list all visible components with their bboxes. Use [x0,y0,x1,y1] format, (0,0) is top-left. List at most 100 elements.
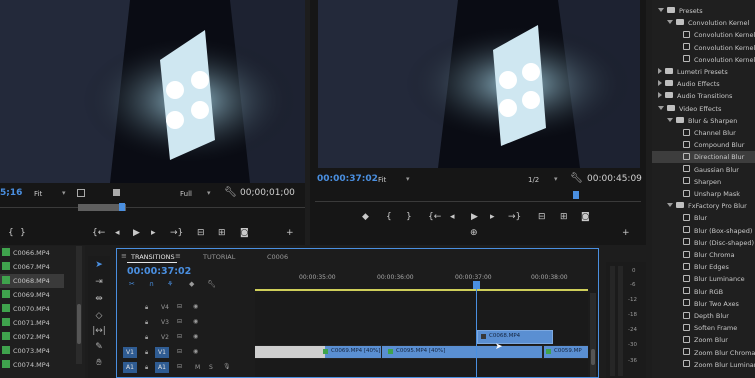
effects-item[interactable]: Gaussian Blur [652,164,755,176]
eye-icon[interactable]: ◉ [193,318,198,325]
program-go-to-out-icon[interactable]: →} [508,211,521,223]
program-video-frame[interactable] [318,0,640,168]
go-to-in-icon[interactable]: {← [92,227,105,239]
effects-item[interactable]: Unsharp Mask [652,188,755,200]
source-marker-icon[interactable] [77,189,85,197]
twirl-open-icon[interactable] [667,117,673,122]
source-fit-select[interactable]: Fit [34,190,42,198]
insert-icon[interactable]: ⊟ [197,227,205,239]
go-to-out-icon[interactable]: →} [170,227,183,239]
effects-item[interactable]: Directional Blur [652,151,755,164]
source-scrubber[interactable] [0,203,305,213]
twirl-open-icon[interactable] [658,8,664,12]
effects-folder[interactable]: Video Effects [652,103,755,115]
effects-item[interactable]: Sharpen [652,176,755,188]
eye-icon[interactable]: ◉ [193,303,198,310]
sync-lock-icon[interactable]: ⊟ [177,303,182,310]
lock-icon[interactable]: 🔒︎ [145,304,148,312]
lift-icon[interactable]: ⊟ [538,211,546,223]
program-step-forward-icon[interactable]: ▸ [490,211,495,223]
program-mark-out-icon[interactable]: } [406,211,412,223]
sync-lock-icon[interactable]: ⊟ [177,348,182,355]
track-label-a1[interactable]: A1 [155,362,169,373]
source-zoom-chevron-icon[interactable]: ▾ [207,189,211,197]
project-item[interactable]: C0071.MP4 [0,316,64,330]
tab-close-icon[interactable]: ≡ [175,252,181,260]
eye-icon[interactable]: ◉ [193,333,198,340]
effects-item[interactable]: Blur Two Axes [652,298,755,310]
tab-transitions[interactable]: TRANSITIONS [131,253,175,261]
lock-icon[interactable]: 🔒︎ [145,334,148,342]
eye-icon[interactable]: ◉ [193,348,198,355]
program-camera-icon[interactable]: ◙ [581,211,590,223]
twirl-closed-icon[interactable] [658,92,662,99]
sync-lock-icon[interactable]: ⊟ [177,363,182,370]
program-timecode[interactable]: 00:00:37:02 [317,174,378,184]
effects-folder[interactable]: Convolution Kernel [652,17,755,29]
effects-item[interactable]: Blur Chroma [652,249,755,261]
mute-button[interactable]: M [195,364,200,371]
clip-v1-c0069[interactable]: C0069.MP4 [40%] [323,346,381,358]
extract-icon[interactable]: ⊞ [560,211,568,223]
magnet-icon[interactable]: ∩ [149,280,154,288]
effects-item[interactable]: Blur RGB [652,286,755,298]
source-patch-a1[interactable]: A1 [123,362,137,373]
project-item[interactable]: C0067.MP4 [0,260,64,274]
program-marker-icon[interactable]: ◆ [362,211,369,223]
source-patch-v1[interactable]: V1 [123,347,137,358]
program-add-button-icon[interactable]: + [622,227,630,239]
source-zoom-select[interactable]: Full [180,190,192,198]
project-scrollbar[interactable] [76,246,82,364]
twirl-closed-icon[interactable] [658,68,662,74]
project-item[interactable]: C0072.MP4 [0,330,64,344]
effects-item[interactable]: Blur (Disc-shaped) [652,237,755,249]
effects-folder[interactable]: Lumetri Presets [652,66,755,78]
timeline-timecode[interactable]: 00:00:37:02 [127,266,191,277]
timeline-playhead-line[interactable] [476,283,477,377]
program-go-to-in-icon[interactable]: {← [428,211,441,223]
source-playhead[interactable] [119,203,125,211]
snap-icon[interactable]: ✂ [129,280,135,288]
source-settings-icon[interactable] [113,189,120,196]
source-wrench-icon[interactable]: 🔧︎ [224,187,237,198]
program-wrench-icon[interactable]: 🔧︎ [570,173,583,184]
play-icon[interactable]: ▶ [133,227,140,239]
effects-item[interactable]: Blur Edges [652,261,755,273]
step-forward-icon[interactable]: ▸ [151,227,156,239]
project-item[interactable]: C0070.MP4 [0,302,64,316]
clip-v2-c0068[interactable]: C0068.MP4 [477,330,553,344]
effects-item[interactable]: Channel Blur [652,127,755,139]
effects-item[interactable]: Compound Blur [652,139,755,151]
mark-in-icon[interactable]: { [8,227,14,239]
razor-tool-icon[interactable]: ◇ [92,309,106,323]
add-marker-icon[interactable]: ◆ [189,280,194,288]
effects-item[interactable]: Blur Luminance [652,273,755,285]
project-item[interactable]: C0074.MP4 [0,358,64,372]
effects-item[interactable]: Soften Frame [652,322,755,334]
source-fit-chevron-icon[interactable]: ▾ [62,189,66,197]
effects-item[interactable]: Zoom Blur [652,334,755,346]
effects-folder[interactable]: Blur & Sharpen [652,115,755,127]
lock-icon[interactable]: 🔒︎ [145,319,148,327]
timeline-ruler[interactable]: 00:00:35:00 00:00:36:00 00:00:37:00 00:0… [255,269,588,291]
clip-v1-grey[interactable] [255,346,325,358]
source-video-frame[interactable] [0,0,305,183]
linked-selection-icon[interactable]: ⚘ [167,280,173,288]
camera-icon[interactable]: ◙ [240,227,249,239]
effects-item[interactable]: Blur (Box-shaped) [652,225,755,237]
effects-item[interactable]: Convolution Kernel Ga [652,54,755,66]
tab-c0006[interactable]: C0006 [267,253,288,261]
track-label-v1[interactable]: V1 [155,347,169,358]
lock-icon[interactable]: 🔒︎ [145,349,148,357]
track-select-tool-icon[interactable]: ⇥ [92,275,106,289]
slip-tool-icon[interactable]: |↔| [92,324,106,338]
program-quality-select[interactable]: 1/2 [528,176,539,184]
timeline-settings-icon[interactable]: 🔧︎ [207,280,216,288]
clip-v1-c0095[interactable]: C0095.MP4 [40%] [382,346,542,358]
effects-folder[interactable]: Presets [652,5,755,17]
pen-tool-icon[interactable]: ✎ [92,340,106,354]
program-fit-chevron-icon[interactable]: ▾ [406,175,410,183]
twirl-open-icon[interactable] [658,105,664,110]
effects-folder[interactable]: Audio Transitions [652,90,755,102]
source-timecode[interactable]: 5;16 [0,188,22,198]
